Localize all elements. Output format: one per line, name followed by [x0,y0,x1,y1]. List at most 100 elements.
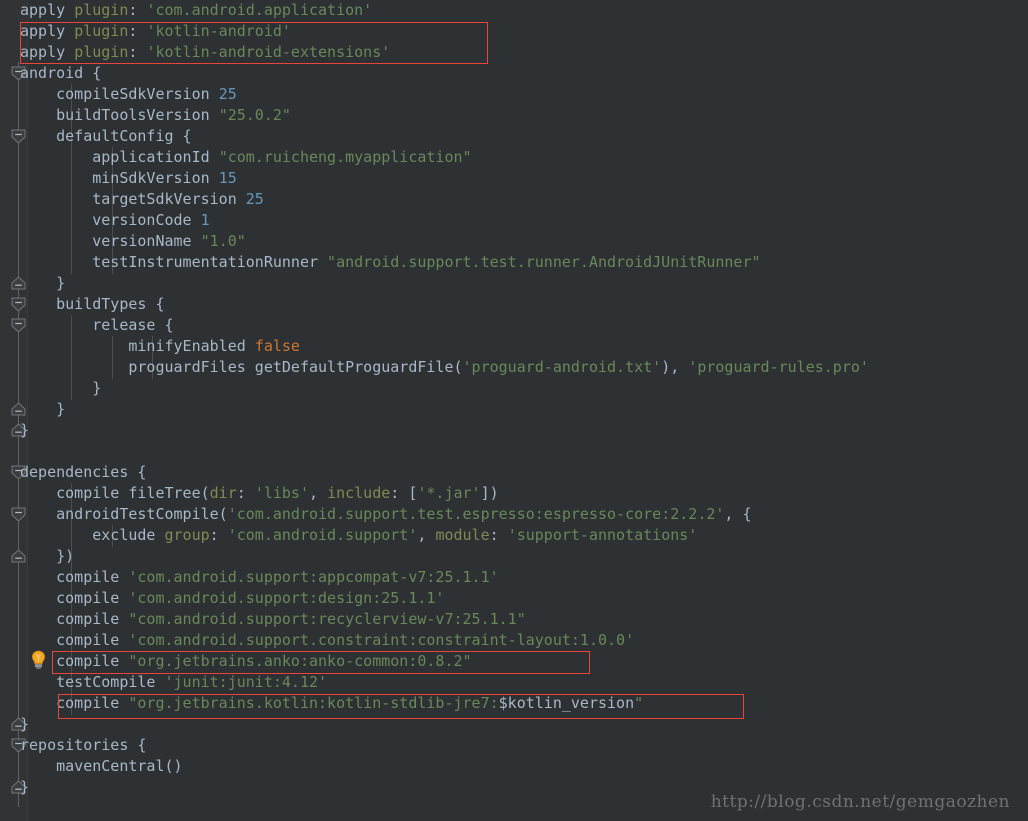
code-line[interactable]: compileSdkVersion 25 [20,84,237,105]
code-token: "org.jetbrains.kotlin:kotlin-stdlib-jre7… [128,694,499,712]
code-line[interactable]: testCompile 'junit:junit:4.12' [20,672,327,693]
code-token: 15 [218,169,237,187]
code-line[interactable]: minSdkVersion 15 [20,168,237,189]
code-line[interactable]: } [20,420,29,441]
code-line[interactable]: androidTestCompile('com.android.support.… [20,504,752,525]
code-token: "com.ruicheng.myapplication" [218,148,472,166]
code-line[interactable]: versionName "1.0" [20,231,246,252]
code-token: }) [20,547,75,565]
code-line[interactable]: buildTypes { [20,294,165,315]
code-token: minifyEnabled [20,337,255,355]
code-token: release { [20,316,174,334]
code-token: : [128,43,147,61]
code-token: $kotlin_version [498,694,635,712]
code-line[interactable]: } [20,378,101,399]
code-token: versionCode [20,211,201,229]
code-token: } [20,715,30,733]
code-token: plugin [74,43,129,61]
code-token: '*.jar' [417,484,481,502]
code-token: apply [20,43,75,61]
code-token: 'com.android.support:appcompat-v7:25.1.1… [128,568,499,586]
code-line[interactable]: } [20,273,65,294]
code-token: 'com.android.support.test.espresso:espre… [227,505,725,523]
code-token: testInstrumentationRunner [20,253,328,271]
code-token: group [164,526,210,544]
code-token: false [254,337,300,355]
code-line[interactable]: targetSdkVersion 25 [20,189,264,210]
code-line[interactable]: android { [20,63,101,84]
code-line[interactable]: release { [20,315,174,336]
code-token: versionName [20,232,201,250]
code-line[interactable]: buildToolsVersion "25.0.2" [20,105,291,126]
code-line[interactable]: compile 'com.android.support.constraint:… [20,630,634,651]
code-token: } [20,421,30,439]
code-line[interactable]: compile "com.android.support:recyclervie… [20,609,526,630]
code-token: " [634,694,644,712]
code-line[interactable]: applicationId "com.ruicheng.myapplicatio… [20,147,472,168]
code-token: 25 [218,85,237,103]
code-line[interactable]: }) [20,546,74,567]
code-token: applicationId [20,148,219,166]
code-token: } [20,274,66,292]
code-line[interactable]: } [20,777,29,798]
code-line[interactable]: mavenCentral() [20,756,183,777]
code-token: 'com.android.support.constraint:constrai… [128,631,635,649]
code-line[interactable]: compile fileTree(dir: 'libs', include: [… [20,483,499,504]
code-editor[interactable]: apply plugin: 'com.android.application' a… [0,0,1028,821]
code-token: , [309,484,328,502]
code-token: compile [20,610,129,628]
code-token: 'kotlin-android' [146,22,291,40]
code-line[interactable]: compile 'com.android.support:design:25.1… [20,588,444,609]
code-token: compile [20,589,129,607]
code-line[interactable]: repositories { [20,735,146,756]
code-line[interactable]: exclude group: 'com.android.support', mo… [20,525,697,546]
code-line[interactable]: apply plugin: 'kotlin-android' [20,21,291,42]
code-token: androidTestCompile( [20,505,228,523]
code-token: ), [661,358,689,376]
watermark-text: http://blog.csdn.net/gemgaozhen [710,792,1010,812]
code-token: 'kotlin-android-extensions' [146,43,391,61]
code-token: ]) [480,484,499,502]
code-token: : [489,526,508,544]
code-token: 1 [200,211,210,229]
code-token: "android.support.test.runner.AndroidJUni… [327,253,761,271]
code-line[interactable]: apply plugin: 'kotlin-android-extensions… [20,42,390,63]
code-token: } [20,379,102,397]
code-token: exclude [20,526,165,544]
code-token: compile [20,631,129,649]
code-token: plugin [74,1,129,19]
code-token: compile [20,694,129,712]
code-content[interactable]: apply plugin: 'com.android.application' a… [0,0,1028,821]
code-token: mavenCentral() [20,757,183,775]
code-line[interactable]: testInstrumentationRunner "android.suppo… [20,252,761,273]
code-token: : [128,1,147,19]
code-token: : [236,484,255,502]
code-line[interactable]: compile 'com.android.support:appcompat-v… [20,567,499,588]
code-line[interactable]: versionCode 1 [20,210,210,231]
code-token: module [435,526,490,544]
code-token: plugin [74,22,129,40]
code-token: : [ [390,484,418,502]
code-token: : [209,526,228,544]
code-line[interactable]: } [20,714,29,735]
code-token: include [327,484,391,502]
code-token: 'proguard-rules.pro' [688,358,869,376]
code-token: , { [724,505,752,523]
code-token: buildTypes { [20,295,165,313]
code-token: : [128,22,147,40]
code-token: dependencies { [20,463,147,481]
code-token: apply [20,22,75,40]
code-token: minSdkVersion [20,169,219,187]
code-token: 'com.android.application' [146,1,373,19]
intention-lightbulb-icon[interactable] [30,650,47,670]
code-line[interactable]: compile "org.jetbrains.kotlin:kotlin-std… [20,693,643,714]
code-line[interactable]: apply plugin: 'com.android.application' [20,0,372,21]
code-line[interactable]: proguardFiles getDefaultProguardFile('pr… [20,357,869,378]
code-line[interactable]: defaultConfig { [20,126,191,147]
code-line[interactable]: } [20,399,65,420]
code-line[interactable]: minifyEnabled false [20,336,300,357]
code-line[interactable]: compile "org.jetbrains.anko:anko-common:… [20,651,471,672]
code-token: compile [20,568,129,586]
code-line[interactable]: dependencies { [20,462,146,483]
code-token: } [20,400,66,418]
